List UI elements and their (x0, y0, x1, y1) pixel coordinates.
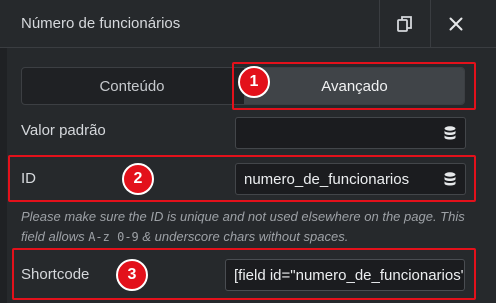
default-value-input[interactable] (235, 117, 435, 149)
annotation-marker-1: 1 (238, 66, 270, 98)
help-suffix: & underscore chars without spaces. (138, 229, 349, 244)
copy-icon (397, 16, 412, 32)
shortcode-label: Shortcode (21, 266, 90, 283)
shortcode-input[interactable]: [field id="numero_de_funcionarios"] (225, 259, 465, 291)
help-allowed-chars: A-z 0-9 (88, 230, 139, 244)
database-icon (444, 172, 455, 186)
annotation-marker-3: 3 (116, 259, 148, 291)
panel-header: Número de funcionários (0, 0, 496, 48)
close-icon (449, 17, 463, 31)
annotation-marker-2: 2 (122, 163, 154, 195)
id-input[interactable]: numero_de_funcionarios (235, 163, 435, 195)
id-help-text: Please make sure the ID is unique and no… (21, 207, 481, 247)
panel-left-edge (0, 48, 7, 303)
database-icon (444, 126, 455, 140)
panel-title: Número de funcionários (21, 15, 181, 32)
default-value-label: Valor padrão (21, 122, 106, 139)
tab-avancado[interactable]: Avançado (244, 68, 464, 104)
id-label: ID (21, 170, 36, 187)
tab-conteudo[interactable]: Conteúdo (22, 68, 242, 104)
copy-button[interactable] (380, 0, 430, 48)
close-button[interactable] (431, 0, 481, 48)
dynamic-tags-button[interactable] (434, 117, 466, 149)
dynamic-tags-button[interactable] (434, 163, 466, 195)
